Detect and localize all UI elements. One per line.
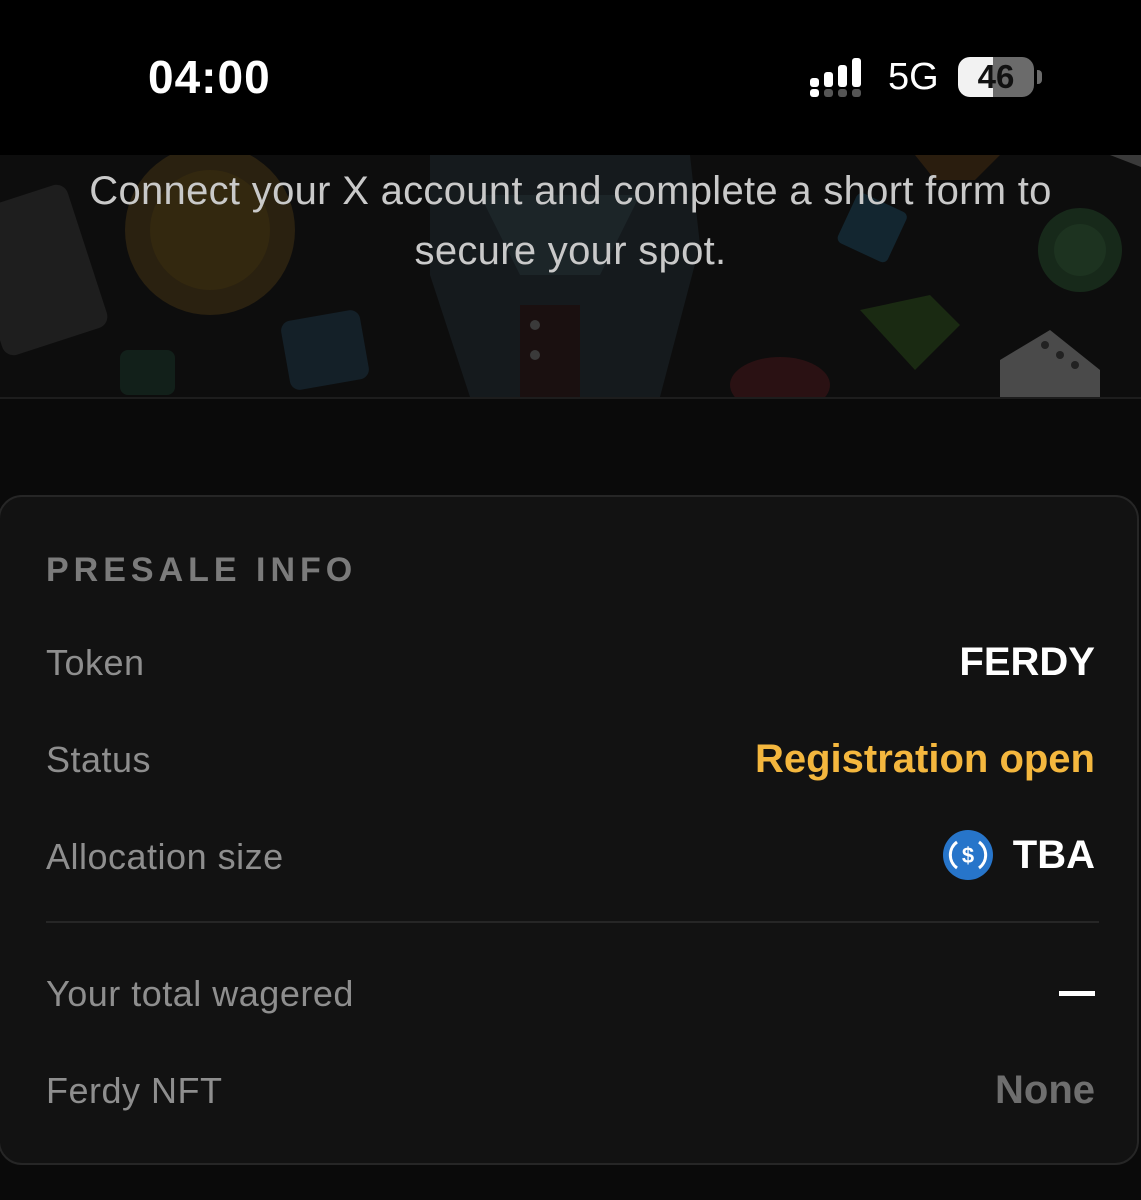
- divider: [46, 921, 1099, 923]
- status-bar: 04:00 5G 46: [0, 0, 1141, 155]
- token-value: FERDY: [959, 640, 1095, 684]
- ferdy-nft-label: Ferdy NFT: [46, 1070, 223, 1111]
- total-wagered-label: Your total wagered: [46, 973, 354, 1014]
- svg-text:$: $: [962, 843, 974, 868]
- hero-description: Connect your X account and complete a sh…: [89, 169, 1052, 273]
- network-type: 5G: [888, 56, 939, 98]
- hero-banner: Connect your X account and complete a sh…: [0, 155, 1141, 399]
- allocation-size-value-group: $ TBA: [942, 830, 1095, 880]
- token-label: Token: [46, 642, 145, 683]
- status-value: Registration open: [754, 737, 1095, 781]
- total-wagered-value: [1059, 991, 1095, 996]
- battery-level: 46: [977, 58, 1015, 95]
- battery-icon: 46: [958, 57, 1034, 97]
- status-label: Status: [46, 739, 152, 780]
- ferdy-nft-value: None: [995, 1068, 1095, 1112]
- usdc-icon: $: [942, 830, 993, 880]
- allocation-size-label: Allocation size: [46, 836, 284, 877]
- presale-info-card: PRESALE INFO Token FERDY Status Registra…: [0, 495, 1139, 1165]
- battery-tip: [1037, 70, 1042, 84]
- allocation-size-value: TBA: [1012, 832, 1095, 877]
- signal-strength-icon: [810, 58, 861, 97]
- status-time: 04:00: [148, 51, 271, 103]
- presale-info-heading: PRESALE INFO: [46, 551, 358, 589]
